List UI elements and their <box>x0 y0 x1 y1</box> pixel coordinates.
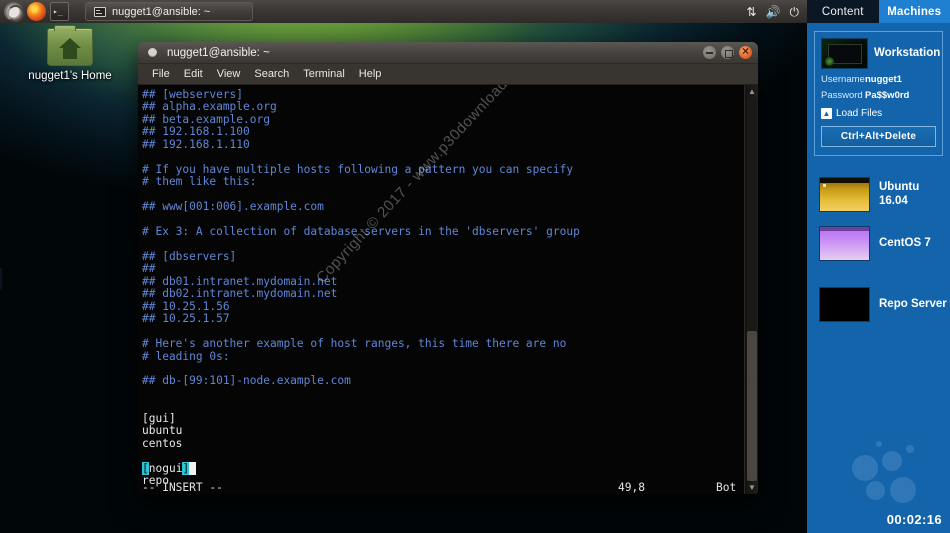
scroll-up-arrow-icon[interactable]: ▲ <box>745 85 758 98</box>
terminal-text-area[interactable]: ## [webservers] ## alpha.example.org ## be… <box>138 85 744 494</box>
text-cursor <box>189 461 196 475</box>
machines-panel: Content Machines Workstation Username nu… <box>807 0 950 533</box>
upload-icon: ▲ <box>821 108 832 119</box>
terminal-line: ## www[001:006].example.com <box>142 200 324 214</box>
vim-status-line: -- INSERT -- 49,8 Bot <box>138 481 758 494</box>
terminal-title: nugget1@ansible: ~ <box>167 46 270 59</box>
machine-item-repo[interactable]: Repo Server <box>807 268 950 329</box>
bracket-highlight-open: [ <box>142 461 149 475</box>
home-folder-icon <box>47 25 93 66</box>
decorative-bubbles <box>848 437 934 503</box>
taskbar-window-label: nugget1@ansible: ~ <box>112 5 211 18</box>
menu-file[interactable]: File <box>146 66 176 82</box>
terminal-line: centos <box>142 436 183 450</box>
terminal-line: ## 192.168.1.110 <box>142 137 250 151</box>
power-icon[interactable]: ⏻ <box>790 6 800 18</box>
window-controls <box>703 44 752 59</box>
tab-content[interactable]: Content <box>807 0 879 23</box>
terminal-edit-line: [nogui] <box>142 461 738 475</box>
terminal-line: # leading 0s: <box>142 349 230 363</box>
machine-item-centos[interactable]: CentOS 7 <box>807 219 950 268</box>
password-value[interactable]: Pa$$w0rd <box>865 90 909 101</box>
terminal-line: # them like this: <box>142 175 257 189</box>
top-panel: nugget1@ansible: ~ ⇅ 🔊 ⏻ <box>0 0 807 23</box>
terminal-line: # Ex 3: A collection of database servers… <box>142 224 580 238</box>
scrollbar-track[interactable] <box>747 98 757 481</box>
workstation-name: Workstation <box>874 46 941 59</box>
panel-collapse-handle[interactable]: ◀ <box>0 268 2 290</box>
terminal-line: ## db-[99:101]-node.example.com <box>142 374 351 388</box>
scrollbar-thumb[interactable] <box>747 331 757 481</box>
vim-cursor-position: 49,8 <box>618 481 645 494</box>
desktop-icon-label: nugget1's Home <box>28 70 112 82</box>
panel-tabs: Content Machines <box>807 0 950 23</box>
vim-mode-indicator: -- INSERT -- <box>142 481 223 494</box>
tab-machines[interactable]: Machines <box>878 0 950 23</box>
terminal-line: ## 10.25.1.57 <box>142 312 230 326</box>
menu-edit[interactable]: Edit <box>178 66 209 82</box>
repo-thumbnail[interactable] <box>819 287 870 322</box>
load-files-label: Load Files <box>836 108 883 119</box>
edit-line-text: nogui <box>148 461 183 475</box>
terminal-window-icon <box>94 6 106 17</box>
ubuntu-thumbnail[interactable] <box>819 177 870 212</box>
terminal-line: ## 10.25.1.56 <box>142 299 230 313</box>
terminal-icon[interactable] <box>50 2 69 21</box>
machine-list: Ubuntu 16.04 CentOS 7 Repo Server <box>807 170 950 329</box>
close-button[interactable] <box>739 44 752 59</box>
minimize-button[interactable] <box>703 46 716 59</box>
username-row: Username nugget1 <box>821 74 936 85</box>
password-row: Password Pa$$w0rd <box>821 90 936 101</box>
firefox-icon[interactable] <box>27 2 46 21</box>
terminal-body[interactable]: ## [webservers] ## alpha.example.org ## be… <box>138 85 758 494</box>
menu-view[interactable]: View <box>211 66 247 82</box>
terminal-line: ## [dbservers] <box>142 249 237 263</box>
vim-scroll-indicator: Bot <box>716 481 737 494</box>
screen-root: nugget1's Home nugget1@ansible: ~ ⇅ 🔊 ⏻ … <box>0 0 950 533</box>
terminal-titlebar[interactable]: nugget1@ansible: ~ <box>138 42 758 64</box>
terminal-menubar: File Edit View Search Terminal Help <box>138 64 758 85</box>
taskbar-window-button[interactable]: nugget1@ansible: ~ <box>85 2 253 21</box>
workstation-card[interactable]: Workstation Username nugget1 Password Pa… <box>814 31 943 156</box>
username-label: Username <box>821 74 865 85</box>
terminal-line: [gui] <box>142 411 176 425</box>
load-files-button[interactable]: ▲ Load Files <box>821 108 936 119</box>
terminal-scrollbar[interactable]: ▲ ▼ <box>744 85 758 494</box>
terminal-line: ubuntu <box>142 424 183 438</box>
volume-icon[interactable]: 🔊 <box>766 6 781 18</box>
network-icon[interactable]: ⇅ <box>746 6 756 18</box>
scroll-down-arrow-icon[interactable]: ▼ <box>745 481 758 494</box>
password-label: Password <box>821 90 863 101</box>
menu-terminal[interactable]: Terminal <box>297 66 351 82</box>
terminal-line: ## db02.intranet.mydomain.net <box>142 287 338 301</box>
ctrl-alt-delete-button[interactable]: Ctrl+Alt+Delete <box>821 126 936 147</box>
machine-name-centos: CentOS 7 <box>879 236 931 249</box>
session-timer: 00:02:16 <box>886 512 942 527</box>
menu-search[interactable]: Search <box>248 66 295 82</box>
launcher-group <box>0 2 69 22</box>
menu-help[interactable]: Help <box>353 66 388 82</box>
system-tray: ⇅ 🔊 ⏻ <box>746 6 807 18</box>
centos-thumbnail[interactable] <box>819 226 870 261</box>
workstation-thumbnail[interactable] <box>821 38 868 69</box>
desktop-icon-home[interactable]: nugget1's Home <box>20 25 120 82</box>
machine-name-repo: Repo Server <box>879 297 947 310</box>
username-value[interactable]: nugget1 <box>865 74 902 85</box>
machine-item-ubuntu[interactable]: Ubuntu 16.04 <box>807 170 950 219</box>
terminal-app-icon <box>148 48 157 57</box>
machine-name-ubuntu: Ubuntu 16.04 <box>879 181 920 207</box>
workstation-header: Workstation <box>821 38 940 69</box>
terminal-line: # Here's another example of host ranges,… <box>142 337 567 351</box>
ubuntu-logo-icon[interactable] <box>4 2 24 22</box>
maximize-button[interactable] <box>721 46 734 59</box>
terminal-window[interactable]: nugget1@ansible: ~ File Edit View Search… <box>138 42 758 494</box>
